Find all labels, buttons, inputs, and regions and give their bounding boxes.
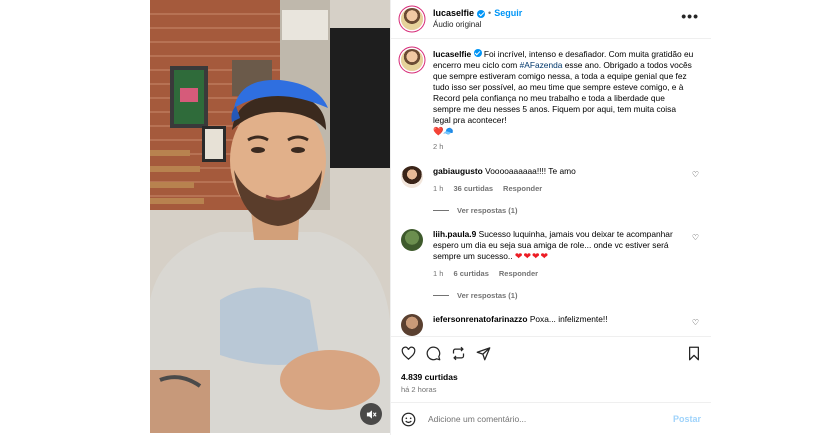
comment-meta: 1 h 6 curtidas Responder	[433, 268, 695, 279]
add-comment-bar: Postar	[391, 402, 711, 435]
view-replies-button[interactable]: Ver respostas (1)	[433, 291, 701, 300]
comment-avatar[interactable]	[401, 166, 423, 188]
comment-likes[interactable]: 6 curtidas	[453, 268, 488, 279]
instagram-post: lucaselfie • Seguir Áudio original ••• l…	[150, 0, 711, 435]
comment-item: iefersonrenatofarinazzo Poxa... infelizm…	[401, 314, 701, 336]
comment-likes[interactable]: 36 curtidas	[453, 183, 493, 194]
caption-username[interactable]: lucaselfie	[433, 49, 471, 59]
comment-avatar[interactable]	[401, 314, 423, 336]
follow-button[interactable]: Seguir	[494, 8, 522, 19]
comment-text: Vooooaaaaaa!!!! Te amo	[485, 166, 576, 176]
comment-like-heart-icon[interactable]: ♡	[692, 318, 699, 327]
comment-time: 1 h	[433, 184, 444, 193]
caption-emojis: ❤️🧢	[433, 126, 454, 136]
caption-body: lucaselfie Foi incrível, intenso e desaf…	[433, 49, 695, 152]
audio-label[interactable]: Áudio original	[433, 19, 522, 30]
comment-avatar[interactable]	[401, 229, 423, 251]
comment-meta: 1 h 36 curtidas Responder	[433, 183, 695, 194]
reply-button[interactable]: Responder	[499, 268, 538, 279]
comment-like-heart-icon[interactable]: ♡	[692, 170, 699, 179]
author-avatar[interactable]	[401, 8, 423, 30]
verified-badge-icon	[477, 9, 486, 18]
comment-body: iefersonrenatofarinazzo Poxa... infelizm…	[433, 314, 695, 336]
speaker-muted-icon	[366, 409, 377, 419]
likes-count[interactable]: 4.839 curtidas	[401, 372, 701, 382]
reply-button[interactable]: Responder	[503, 183, 542, 194]
view-replies-button[interactable]: Ver respostas (1)	[433, 206, 701, 215]
caption-avatar[interactable]	[401, 49, 423, 71]
comment-username[interactable]: liih.paula.9	[433, 229, 476, 239]
view-replies-label: Ver respostas (1)	[457, 291, 518, 300]
action-icons	[401, 344, 701, 362]
post-video[interactable]	[150, 0, 390, 433]
view-replies-label: Ver respostas (1)	[457, 206, 518, 215]
comment-username[interactable]: gabiaugusto	[433, 166, 483, 176]
comment-username[interactable]: iefersonrenatofarinazzo	[433, 314, 527, 324]
comment-item: liih.paula.9 Sucesso luquinha, jamais vo…	[401, 229, 701, 279]
post-caption: lucaselfie Foi incrível, intenso e desaf…	[401, 49, 701, 152]
author-info: lucaselfie • Seguir Áudio original	[433, 8, 522, 30]
comment-text: Poxa... infelizmente!!	[529, 314, 608, 324]
post-header: lucaselfie • Seguir Áudio original •••	[391, 0, 711, 39]
comment-input[interactable]	[426, 413, 673, 425]
verified-badge-icon	[473, 49, 482, 57]
comments-list[interactable]: lucaselfie Foi incrível, intenso e desaf…	[391, 39, 711, 336]
replies-divider	[433, 295, 449, 296]
comment-time: 1 h	[433, 269, 444, 278]
emoji-icon[interactable]	[401, 412, 416, 427]
comment-icon[interactable]	[426, 346, 441, 361]
replies-divider	[433, 210, 449, 211]
bookmark-icon[interactable]	[687, 346, 701, 361]
comment-item: gabiaugusto Vooooaaaaaa!!!! Te amo 1 h 3…	[401, 166, 701, 194]
repost-icon[interactable]	[451, 346, 466, 361]
comment-like-heart-icon[interactable]: ♡	[692, 233, 699, 242]
author-username[interactable]: lucaselfie	[433, 8, 474, 19]
post-time: há 2 horas	[401, 385, 437, 394]
send-icon[interactable]	[476, 346, 491, 361]
video-frame-image	[150, 0, 390, 433]
mute-button[interactable]	[360, 403, 382, 425]
caption-time: 2 h	[433, 142, 444, 151]
author-line: lucaselfie • Seguir	[433, 8, 522, 19]
separator-dot: •	[488, 8, 492, 18]
post-details-pane: lucaselfie • Seguir Áudio original ••• l…	[390, 0, 711, 435]
comment-body: liih.paula.9 Sucesso luquinha, jamais vo…	[433, 229, 695, 279]
post-comment-button[interactable]: Postar	[673, 414, 701, 424]
heart-icon[interactable]	[401, 346, 416, 361]
post-actions: 4.839 curtidas há 2 horas	[391, 336, 711, 396]
more-options-icon[interactable]: •••	[681, 9, 699, 23]
hearts-emoji: ❤❤❤❤	[514, 251, 550, 261]
comment-body: gabiaugusto Vooooaaaaaa!!!! Te amo 1 h 3…	[433, 166, 695, 194]
hashtag-link[interactable]: #AFazenda	[520, 60, 563, 70]
